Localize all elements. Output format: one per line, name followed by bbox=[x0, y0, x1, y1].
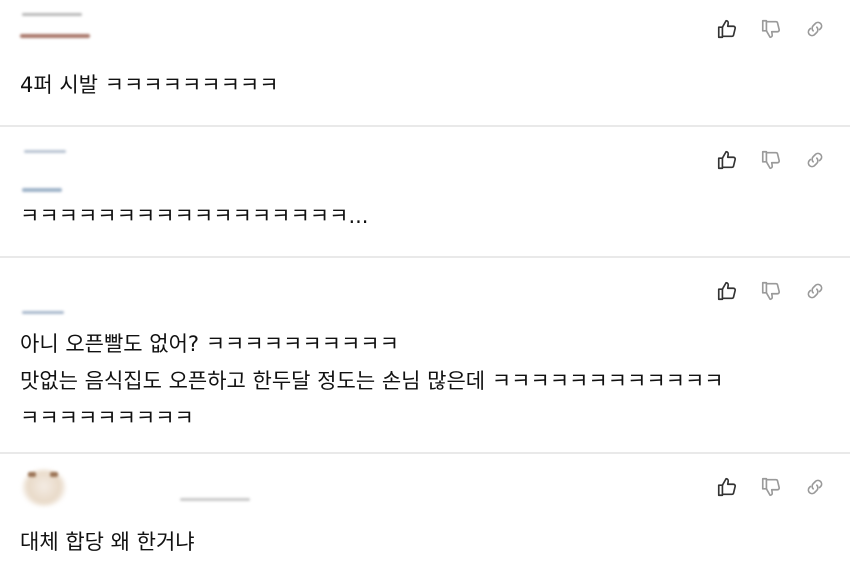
thumbs-down-icon[interactable] bbox=[760, 280, 782, 302]
comment-line: ㅋㅋㅋㅋㅋㅋㅋㅋㅋㅋㅋㅋㅋㅋㅋㅋㅋ... bbox=[20, 204, 369, 228]
comment-actions bbox=[716, 149, 826, 171]
comment-line: 대체 합당 왜 한거냐 bbox=[20, 530, 195, 554]
comment-actions bbox=[716, 18, 826, 40]
link-icon[interactable] bbox=[804, 149, 826, 171]
thumbs-down-icon[interactable] bbox=[760, 476, 782, 498]
comment-item: 아니 오픈빨도 없어? ㅋㅋㅋㅋㅋㅋㅋㅋㅋㅋ 맛없는 음식집도 오픈하고 한두달… bbox=[0, 258, 850, 454]
thumbs-up-icon[interactable] bbox=[716, 149, 738, 171]
link-icon[interactable] bbox=[804, 280, 826, 302]
link-icon[interactable] bbox=[804, 18, 826, 40]
comment-item: 대체 합당 왜 한거냐 bbox=[0, 454, 850, 587]
comment-line: 4퍼 시발 ㅋㅋㅋㅋㅋㅋㅋㅋㅋ bbox=[20, 73, 279, 97]
comment-line: 아니 오픈빨도 없어? ㅋㅋㅋㅋㅋㅋㅋㅋㅋㅋ bbox=[20, 332, 399, 356]
link-icon[interactable] bbox=[804, 476, 826, 498]
comment-line: ㅋㅋㅋㅋㅋㅋㅋㅋㅋ bbox=[20, 406, 194, 430]
comment-line: 맛없는 음식집도 오픈하고 한두달 정도는 손님 많은데 ㅋㅋㅋㅋㅋㅋㅋㅋㅋㅋㅋ… bbox=[20, 369, 724, 393]
comment-item: ㅋㅋㅋㅋㅋㅋㅋㅋㅋㅋㅋㅋㅋㅋㅋㅋㅋ... bbox=[0, 127, 850, 258]
comment-actions bbox=[716, 280, 826, 302]
author-redacted bbox=[20, 137, 110, 192]
comment-actions bbox=[716, 476, 826, 498]
thumbs-up-icon[interactable] bbox=[716, 280, 738, 302]
comment-list: 4퍼 시발 ㅋㅋㅋㅋㅋㅋㅋㅋㅋ ㅋㅋㅋㅋㅋㅋㅋㅋㅋㅋㅋㅋㅋㅋㅋㅋㅋ... 아니 … bbox=[0, 0, 850, 587]
author-redacted bbox=[20, 10, 110, 50]
comment-item: 4퍼 시발 ㅋㅋㅋㅋㅋㅋㅋㅋㅋ bbox=[0, 0, 850, 127]
thumbs-down-icon[interactable] bbox=[760, 18, 782, 40]
author-redacted bbox=[20, 268, 110, 314]
comment-text: ㅋㅋㅋㅋㅋㅋㅋㅋㅋㅋㅋㅋㅋㅋㅋㅋㅋ... bbox=[20, 198, 368, 235]
comment-text: 아니 오픈빨도 없어? ㅋㅋㅋㅋㅋㅋㅋㅋㅋㅋ 맛없는 음식집도 오픈하고 한두달… bbox=[20, 326, 724, 437]
comment-text: 대체 합당 왜 한거냐 bbox=[20, 524, 195, 561]
author-redacted bbox=[20, 464, 260, 506]
thumbs-up-icon[interactable] bbox=[716, 18, 738, 40]
comment-text: 4퍼 시발 ㅋㅋㅋㅋㅋㅋㅋㅋㅋ bbox=[20, 67, 279, 104]
thumbs-up-icon[interactable] bbox=[716, 476, 738, 498]
thumbs-down-icon[interactable] bbox=[760, 149, 782, 171]
